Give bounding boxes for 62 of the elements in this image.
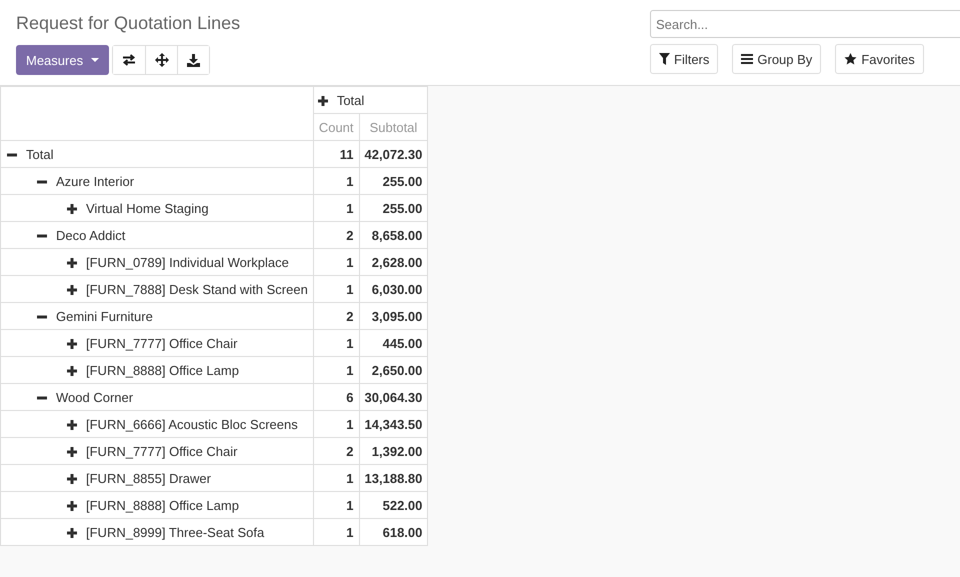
- row-header[interactable]: [FURN_6666] Acoustic Bloc Screens: [0, 410, 314, 438]
- table-cell: 1: [313, 518, 360, 546]
- measure-header: Subtotal: [359, 114, 428, 140]
- table-cell: 6,030.00: [359, 276, 428, 302]
- row-header[interactable]: Total: [0, 140, 314, 168]
- table-cell: 618.00: [359, 518, 428, 546]
- row-header[interactable]: [FURN_7777] Office Chair: [0, 438, 314, 464]
- table-cell: 1,392.00: [359, 438, 428, 464]
- table-cell: 1: [313, 168, 360, 194]
- search-field[interactable]: Search...: [650, 10, 960, 38]
- table-cell: 2: [313, 302, 360, 330]
- measure-header: Count: [313, 114, 360, 140]
- row-header[interactable]: [FURN_0789] Individual Workplace: [0, 248, 314, 276]
- table-cell: 13,188.80: [359, 464, 428, 492]
- column-header[interactable]: Total: [313, 86, 428, 114]
- download-icon: [187, 54, 200, 66]
- row-header[interactable]: Deco Addict: [0, 222, 314, 248]
- row-header[interactable]: Wood Corner: [0, 384, 314, 410]
- table-cell: 1: [313, 410, 360, 438]
- table-cell: 1: [313, 492, 360, 518]
- table-cell: 42,072.30: [359, 140, 428, 168]
- row-header[interactable]: [FURN_8999] Three-Seat Sofa: [0, 518, 314, 546]
- row-header[interactable]: Virtual Home Staging: [0, 194, 314, 222]
- swap-arrows-icon: [122, 54, 136, 66]
- table-cell: 1: [313, 356, 360, 384]
- table-cell: 1: [313, 330, 360, 356]
- table-cell: 445.00: [359, 330, 428, 356]
- table-cell: 2,628.00: [359, 248, 428, 276]
- table-cell: 14,343.50: [359, 410, 428, 438]
- table-cell: 2: [313, 438, 360, 464]
- search-option-button[interactable]: Favorites: [835, 44, 924, 74]
- table-cell: 255.00: [359, 194, 428, 222]
- table-cell: 522.00: [359, 492, 428, 518]
- row-header[interactable]: [FURN_8888] Office Lamp: [0, 492, 314, 518]
- bars-icon: [741, 54, 754, 64]
- star-icon: [844, 53, 858, 65]
- table-cell: 1: [313, 248, 360, 276]
- row-header[interactable]: [FURN_7888] Desk Stand with Screen: [0, 276, 314, 302]
- caret-icon: [91, 58, 100, 62]
- filter-icon: [659, 53, 670, 65]
- row-header[interactable]: [FURN_8855] Drawer: [0, 464, 314, 492]
- search-option-button[interactable]: Filters: [650, 44, 718, 74]
- table-cell: 6: [313, 384, 360, 410]
- table-cell: 1: [313, 194, 360, 222]
- row-header[interactable]: [FURN_8888] Office Lamp: [0, 356, 314, 384]
- row-header[interactable]: [FURN_7777] Office Chair: [0, 330, 314, 356]
- table-cell: 255.00: [359, 168, 428, 194]
- table-cell: 11: [313, 140, 360, 168]
- page-title: Request for Quotation Lines: [16, 12, 240, 34]
- table-cell: 30,064.30: [359, 384, 428, 410]
- table-cell: 2: [313, 222, 360, 248]
- row-header[interactable]: Gemini Furniture: [0, 302, 314, 330]
- measures-button[interactable]: Measures: [16, 45, 110, 75]
- table-cell: 2,650.00: [359, 356, 428, 384]
- table-cell: 1: [313, 464, 360, 492]
- table-cell: 3,095.00: [359, 302, 428, 330]
- move-arrows-icon: [154, 53, 169, 67]
- search-option-button[interactable]: Group By: [732, 44, 822, 74]
- download-button[interactable]: [177, 46, 210, 74]
- table-cell: 1: [313, 276, 360, 302]
- row-header[interactable]: Azure Interior: [0, 168, 314, 194]
- table-cell: 8,658.00: [359, 222, 428, 248]
